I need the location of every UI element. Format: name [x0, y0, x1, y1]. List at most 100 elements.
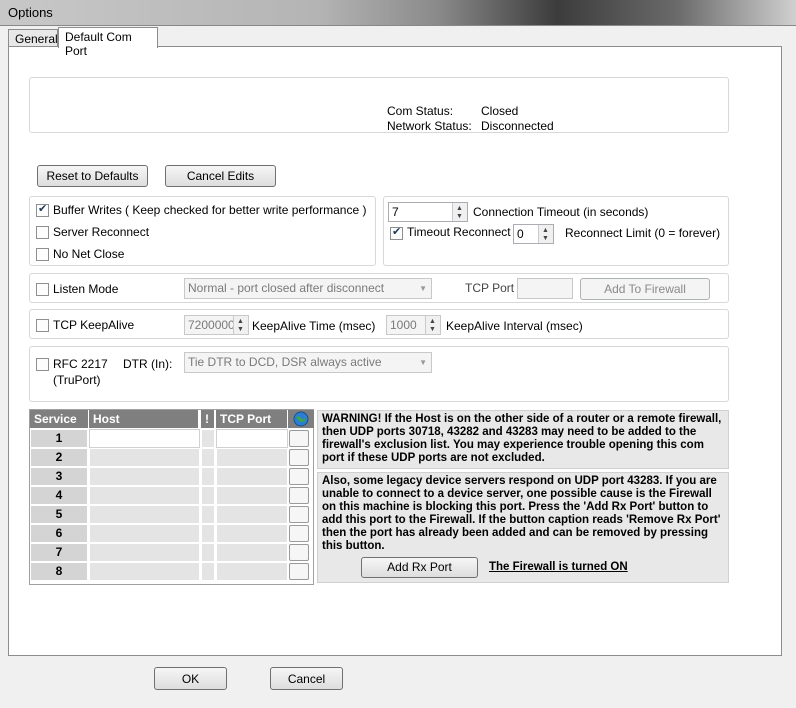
no-net-close-checkbox[interactable] [36, 248, 49, 261]
tcp-port-cell[interactable] [216, 448, 288, 467]
spinner-arrows-icon[interactable]: ▲ ▼ [425, 316, 440, 334]
row-number: 1 [30, 429, 88, 448]
buffer-writes-checkbox[interactable] [36, 202, 49, 217]
listen-mode-label: Listen Mode [53, 282, 119, 296]
flag-cell[interactable] [201, 543, 215, 562]
row-number: 3 [30, 467, 88, 486]
row-action-button[interactable] [289, 563, 309, 580]
host-grid[interactable]: Service Host ! TCP Port 1 2 3 4 5 6 7 8 [29, 409, 315, 585]
keepalive-group: TCP KeepAlive 7200000 ▲ ▼ KeepAlive Time … [29, 309, 729, 339]
timeout-reconnect-label: Timeout Reconnect [407, 225, 511, 239]
ok-button[interactable]: OK [154, 667, 227, 690]
keepalive-time-spinner[interactable]: 7200000 ▲ ▼ [184, 315, 249, 335]
tcp-port-cell[interactable] [216, 524, 288, 543]
keepalive-interval-label: KeepAlive Interval (msec) [446, 319, 583, 333]
table-row[interactable]: 2 [30, 448, 315, 467]
flag-cell[interactable] [201, 562, 215, 581]
table-row[interactable]: 4 [30, 486, 315, 505]
spinner-arrows-icon[interactable]: ▲ ▼ [538, 225, 553, 243]
flag-cell[interactable] [201, 486, 215, 505]
row-action-button[interactable] [289, 430, 309, 447]
flag-cell[interactable] [201, 429, 215, 448]
flag-cell[interactable] [201, 448, 215, 467]
grid-header-host: Host [89, 410, 199, 428]
flag-cell[interactable] [201, 505, 215, 524]
chevron-down-icon: ▼ [419, 358, 427, 367]
chevron-down-icon: ▼ [419, 284, 427, 293]
host-cell[interactable] [89, 524, 200, 543]
network-status-value: Disconnected [481, 119, 554, 133]
tcp-keepalive-checkbox[interactable] [36, 319, 49, 332]
connection-timeout-spinner[interactable]: 7 ▲ ▼ [388, 202, 468, 222]
reconnect-limit-label: Reconnect Limit (0 = forever) [565, 226, 721, 240]
add-rx-port-button[interactable]: Add Rx Port [361, 557, 478, 578]
tcp-port-cell[interactable] [216, 562, 288, 581]
table-row[interactable]: 3 [30, 467, 315, 486]
add-to-firewall-button[interactable]: Add To Firewall [580, 278, 710, 300]
tcp-port-cell[interactable] [216, 543, 288, 562]
table-row[interactable]: 8 [30, 562, 315, 581]
rfc2217-label: RFC 2217 [53, 357, 108, 371]
buffer-writes-note: ( Keep checked for better write performa… [125, 203, 367, 217]
cancel-edits-button[interactable]: Cancel Edits [165, 165, 276, 187]
buffer-options-group: Buffer Writes ( Keep checked for better … [29, 196, 376, 266]
reconnect-limit-spinner[interactable]: 0 ▲ ▼ [513, 224, 554, 244]
globe-icon [293, 411, 309, 427]
table-row[interactable]: 6 [30, 524, 315, 543]
table-row[interactable]: 7 [30, 543, 315, 562]
flag-cell[interactable] [201, 524, 215, 543]
dtr-select[interactable]: Tie DTR to DCD, DSR always active ▼ [184, 352, 432, 373]
dtr-label: DTR (In): [123, 357, 173, 371]
reconnect-limit-value: 0 [517, 227, 524, 241]
grid-header-flag: ! [201, 410, 215, 428]
tcp-port-cell[interactable] [216, 505, 288, 524]
flag-cell[interactable] [201, 467, 215, 486]
tab-panel: Com Status: Closed Network Status: Disco… [8, 46, 782, 656]
row-action-button[interactable] [289, 449, 309, 466]
tcp-port-label: TCP Port [465, 281, 515, 295]
grid-header-globe [288, 410, 315, 428]
keepalive-interval-value: 1000 [390, 318, 417, 332]
dtr-value: Tie DTR to DCD, DSR always active [188, 355, 382, 369]
truport-label: (TruPort) [53, 373, 101, 387]
listen-mode-checkbox[interactable] [36, 283, 49, 296]
spinner-arrows-icon[interactable]: ▲ ▼ [233, 316, 248, 334]
host-cell[interactable] [89, 543, 200, 562]
row-action-button[interactable] [289, 487, 309, 504]
table-row[interactable]: 5 [30, 505, 315, 524]
cancel-button[interactable]: Cancel [270, 667, 343, 690]
row-action-button[interactable] [289, 525, 309, 542]
row-number: 5 [30, 505, 88, 524]
server-reconnect-checkbox[interactable] [36, 226, 49, 239]
tcp-port-input[interactable] [517, 278, 573, 299]
tcp-port-cell[interactable] [216, 486, 288, 505]
tab-default-com-port[interactable]: Default Com Port [58, 27, 158, 58]
host-cell[interactable] [89, 486, 200, 505]
keepalive-time-label: KeepAlive Time (msec) [252, 319, 376, 333]
com-status-value: Closed [481, 104, 519, 118]
keepalive-interval-spinner[interactable]: 1000 ▲ ▼ [386, 315, 441, 335]
tcp-port-cell[interactable] [216, 429, 288, 448]
row-number: 7 [30, 543, 88, 562]
table-row[interactable]: 1 [30, 429, 315, 448]
host-cell[interactable] [89, 448, 200, 467]
reset-to-defaults-button[interactable]: Reset to Defaults [37, 165, 148, 187]
host-cell[interactable] [89, 562, 200, 581]
spinner-arrows-icon[interactable]: ▲ ▼ [452, 203, 467, 221]
row-action-button[interactable] [289, 506, 309, 523]
row-number: 4 [30, 486, 88, 505]
timeout-reconnect-checkbox[interactable] [390, 225, 403, 240]
row-number: 6 [30, 524, 88, 543]
tcp-port-cell[interactable] [216, 467, 288, 486]
row-action-button[interactable] [289, 544, 309, 561]
host-cell[interactable] [89, 467, 200, 486]
rfc2217-checkbox[interactable] [36, 358, 49, 371]
status-group: Com Status: Closed Network Status: Disco… [29, 77, 729, 133]
keepalive-time-value: 7200000 [188, 318, 235, 332]
row-action-button[interactable] [289, 468, 309, 485]
host-cell[interactable] [89, 429, 200, 448]
listen-mode-select[interactable]: Normal - port closed after disconnect ▼ [184, 278, 432, 299]
buffer-writes-label: Buffer Writes [53, 203, 122, 217]
host-cell[interactable] [89, 505, 200, 524]
tab-general[interactable]: General [8, 29, 58, 47]
